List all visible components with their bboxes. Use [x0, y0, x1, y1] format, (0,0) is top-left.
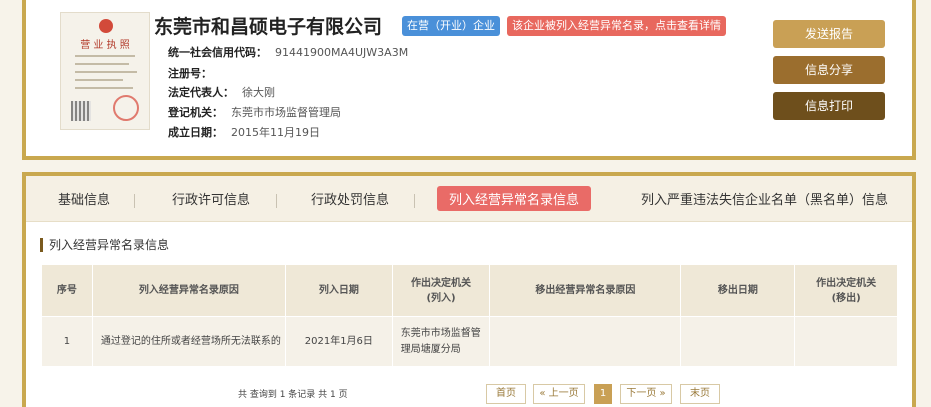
info-value: 东莞市市场监督管理局	[231, 106, 341, 119]
company-name: 东莞市和昌硕电子有限公司	[154, 16, 383, 38]
qr-code-icon	[71, 101, 91, 121]
table-header-row: 序号 列入经营异常名录原因 列入日期 作出决定机关 (列入) 移出经营异常名录原…	[41, 264, 898, 317]
info-label: 登记机关：	[168, 106, 223, 119]
col-header-remove-authority: 作出决定机关 (移出)	[794, 264, 898, 317]
cell-remove-authority	[794, 316, 898, 367]
national-emblem-icon	[99, 19, 113, 33]
send-report-button[interactable]: 发送报告	[773, 20, 885, 48]
license-text-line	[75, 71, 137, 73]
info-label: 统一社会信用代码：	[168, 46, 267, 59]
print-info-button[interactable]: 信息打印	[773, 92, 885, 120]
info-reg-number: 注册号：	[168, 65, 220, 81]
abnormal-records-table: 序号 列入经营异常名录原因 列入日期 作出决定机关 (列入) 移出经营异常名录原…	[41, 264, 898, 367]
official-seal-icon	[113, 95, 139, 121]
info-label: 法定代表人：	[168, 86, 234, 99]
info-value: 2015年11月19日	[231, 126, 320, 139]
tab-divider	[414, 194, 415, 208]
cell-no: 1	[41, 316, 93, 367]
license-text-line	[75, 79, 123, 81]
col-header-date: 列入日期	[284, 264, 393, 317]
tab-admin-penalty[interactable]: 行政处罚信息	[311, 189, 389, 208]
cell-remove-reason	[489, 316, 682, 367]
prev-page-button[interactable]: « 上一页	[533, 384, 585, 404]
license-text-line	[75, 63, 129, 65]
cell-reason: 通过登记的住所或者经营场所无法联系的	[91, 316, 286, 367]
table-row: 1 通过登记的住所或者经营场所无法联系的 2021年1月6日 东莞市市场监督管理…	[41, 316, 898, 367]
current-page-button[interactable]: 1	[594, 384, 612, 404]
section-title: 列入经营异常名录信息	[40, 238, 169, 252]
col-header-authority: 作出决定机关 (列入)	[391, 264, 491, 317]
tab-divider	[134, 194, 135, 208]
col-header-remove-date: 移出日期	[680, 264, 796, 317]
info-value: 徐大刚	[242, 86, 275, 99]
col-header-no: 序号	[41, 264, 93, 317]
cell-authority: 东莞市市场监督管理局塘厦分局	[391, 316, 491, 367]
info-legal-rep: 法定代表人： 徐大刚	[168, 84, 275, 100]
share-info-button[interactable]: 信息分享	[773, 56, 885, 84]
cell-date: 2021年1月6日	[284, 316, 393, 367]
info-reg-authority: 登记机关： 东莞市市场监督管理局	[168, 104, 341, 120]
business-license-image[interactable]: 营 业 执 照	[60, 12, 150, 130]
abnormal-warning-badge[interactable]: 该企业被列入经营异常名录，点击查看详情	[507, 16, 726, 36]
info-established-date: 成立日期： 2015年11月19日	[168, 124, 320, 140]
first-page-button[interactable]: 首页	[486, 384, 526, 404]
col-header-remove-reason: 移出经营异常名录原因	[489, 264, 682, 317]
tab-divider	[276, 194, 277, 208]
last-page-button[interactable]: 末页	[680, 384, 720, 404]
info-label: 成立日期：	[168, 126, 223, 139]
tab-abnormal-list[interactable]: 列入经营异常名录信息	[437, 186, 592, 211]
license-text-line	[75, 55, 135, 57]
col-header-reason: 列入经营异常名录原因	[91, 264, 286, 317]
license-text-line	[75, 87, 133, 89]
records-panel: 基础信息 行政许可信息 行政处罚信息 列入经营异常名录信息 列入严重违法失信企业…	[22, 172, 916, 407]
info-tabs: 基础信息 行政许可信息 行政处罚信息 列入经营异常名录信息 列入严重违法失信企业…	[26, 176, 912, 222]
cell-remove-date	[680, 316, 796, 367]
company-card: 营 业 执 照 东莞市和昌硕电子有限公司 在营（开业）企业 该企业被列入经营异常…	[22, 0, 916, 160]
tab-basic-info[interactable]: 基础信息	[58, 189, 110, 208]
next-page-button[interactable]: 下一页 »	[620, 384, 672, 404]
pager-summary: 共 查询到 1 条记录 共 1 页	[238, 390, 348, 400]
status-badge: 在营（开业）企业	[402, 16, 500, 36]
tab-blacklist[interactable]: 列入严重违法失信企业名单（黑名单）信息	[641, 189, 888, 208]
info-credit-code: 统一社会信用代码： 91441900MA4UJW3A3M	[168, 44, 408, 60]
info-label: 注册号：	[168, 67, 212, 80]
license-title: 营 业 执 照	[80, 40, 130, 51]
tab-admin-license[interactable]: 行政许可信息	[172, 189, 250, 208]
info-value: 91441900MA4UJW3A3M	[275, 46, 409, 59]
